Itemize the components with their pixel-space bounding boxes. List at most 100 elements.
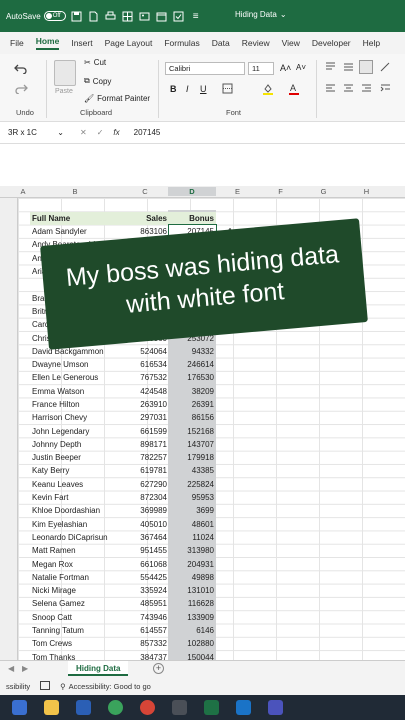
cell-full-name[interactable]: France Hilton [30,398,121,411]
tab-review[interactable]: Review [242,38,270,48]
indent-icon[interactable] [380,84,391,96]
cell-bonus[interactable]: 94332 [169,345,216,358]
cell-bonus[interactable]: 49898 [169,571,216,584]
bold-button[interactable]: B [170,84,177,94]
font-color-icon[interactable]: A [288,83,300,97]
cell-bonus[interactable]: 152168 [169,424,216,437]
align-center-icon[interactable] [343,84,354,96]
check-icon[interactable] [173,10,185,22]
tab-home[interactable]: Home [35,36,60,50]
cell-sales[interactable]: 335924 [121,584,169,597]
customize-icon[interactable]: ≡ [190,10,202,22]
underline-button[interactable]: U [200,84,207,94]
tab-developer[interactable]: Developer [312,38,351,48]
cell-sales[interactable]: 619781 [121,464,169,477]
file-explorer-icon[interactable] [44,700,59,715]
copy-button[interactable]: ⧉ Copy [84,76,111,86]
column-header-b[interactable]: B [28,187,122,196]
cell-sales[interactable]: 898171 [121,438,169,451]
cell-full-name[interactable]: Snoop Catt [30,611,121,624]
cell-full-name[interactable]: Justin Beeper [30,451,121,464]
align-top-icon[interactable] [325,62,336,74]
column-header-d[interactable]: D [168,187,216,196]
header-bonus[interactable]: Bonus [169,212,216,225]
column-header-c[interactable]: C [122,187,168,196]
cell-sales[interactable]: 369989 [121,504,169,517]
cell-bonus[interactable]: 131010 [169,584,216,597]
cell-full-name[interactable]: Ellen Le Generous [30,371,121,384]
save-icon[interactable] [71,10,83,22]
word-icon[interactable] [76,700,91,715]
cell-sales[interactable]: 263910 [121,398,169,411]
column-header-a[interactable]: A [18,187,28,196]
cell-bonus[interactable]: 95953 [169,491,216,504]
cell-sales[interactable]: 782257 [121,451,169,464]
app-icon[interactable] [172,700,187,715]
cell-full-name[interactable]: Megan Rox [30,557,121,570]
redo-icon[interactable] [14,82,28,96]
cell-full-name[interactable]: Tom Crews [30,637,121,650]
cell-full-name[interactable]: Emma Watson [30,385,121,398]
cell-bonus[interactable]: 204931 [169,557,216,570]
cell-full-name[interactable]: Leonardo DiCaprisun [30,531,121,544]
macro-icon[interactable] [40,680,51,692]
cell-full-name[interactable]: John Legendary [30,424,121,437]
align-middle-icon[interactable] [343,62,354,74]
cell-sales[interactable]: 743946 [121,611,169,624]
align-left-icon[interactable] [325,84,336,96]
cell-sales[interactable]: 485951 [121,597,169,610]
autosave-control[interactable]: AutoSave Off [6,11,66,21]
formula-input[interactable]: 207145 [120,128,161,137]
header-full-name[interactable]: Full Name [30,212,121,225]
cell-bonus[interactable]: 313980 [169,544,216,557]
cell-bonus[interactable]: 176530 [169,371,216,384]
accessibility-status[interactable]: ⚲ Accessibility: Good to go [60,682,151,691]
cell-full-name[interactable]: Natalie Fortman [30,571,121,584]
paste-icon[interactable] [54,60,76,86]
add-sheet-button[interactable]: + [153,663,164,674]
font-grow-button[interactable]: A˄ [280,63,291,73]
cell-bonus[interactable]: 38209 [169,385,216,398]
font-size-select[interactable]: 11 [248,62,274,75]
cell-bonus[interactable]: 48601 [169,518,216,531]
cell-sales[interactable]: 951455 [121,544,169,557]
cell-bonus[interactable]: 246614 [169,358,216,371]
excel-icon[interactable] [204,700,219,715]
cell-bonus[interactable]: 133909 [169,611,216,624]
outlook-icon[interactable] [236,700,251,715]
name-box[interactable]: 3R x 1C ⌄ [0,128,68,137]
fill-color-icon[interactable] [262,83,274,97]
tab-data[interactable]: Data [212,38,230,48]
tab-page-layout[interactable]: Page Layout [105,38,153,48]
cell-full-name[interactable]: Adam Sandyler [30,225,121,238]
cell-full-name[interactable]: Harrison Chevy [30,411,121,424]
autosave-toggle[interactable]: Off [43,11,66,21]
cell-bonus[interactable]: 3699 [169,504,216,517]
cell-bonus[interactable]: 179918 [169,451,216,464]
enter-icon[interactable]: ✓ [97,128,104,137]
new-file-icon[interactable] [88,10,100,22]
cell-bonus[interactable]: 26391 [169,398,216,411]
cell-sales[interactable]: 661599 [121,424,169,437]
font-shrink-button[interactable]: A˅ [296,63,306,72]
cell-full-name[interactable]: Khloe Doordashian [30,504,121,517]
cell-full-name[interactable]: Nicki Mirage [30,584,121,597]
cell-sales[interactable]: 767532 [121,371,169,384]
cell-sales[interactable]: 297031 [121,411,169,424]
cell-full-name[interactable]: Katy Berry [30,464,121,477]
tab-file[interactable]: File [10,38,24,48]
cell-bonus[interactable]: 225824 [169,478,216,491]
cell-sales[interactable]: 614557 [121,624,169,637]
cell-sales[interactable]: 616534 [121,358,169,371]
chrome-icon[interactable] [140,700,155,715]
undo-icon[interactable] [14,62,28,76]
align-bottom-icon[interactable] [359,60,373,74]
cell-full-name[interactable]: Selena Gamez [30,597,121,610]
italic-button[interactable]: I [186,84,189,94]
cell-bonus[interactable]: 6146 [169,624,216,637]
paste-button[interactable]: Paste [55,88,73,95]
calendar-icon[interactable] [156,10,168,22]
spotify-icon[interactable] [108,700,123,715]
cell-full-name[interactable]: Tanning Tatum [30,624,121,637]
cell-full-name[interactable]: Dwayne Umson [30,358,121,371]
